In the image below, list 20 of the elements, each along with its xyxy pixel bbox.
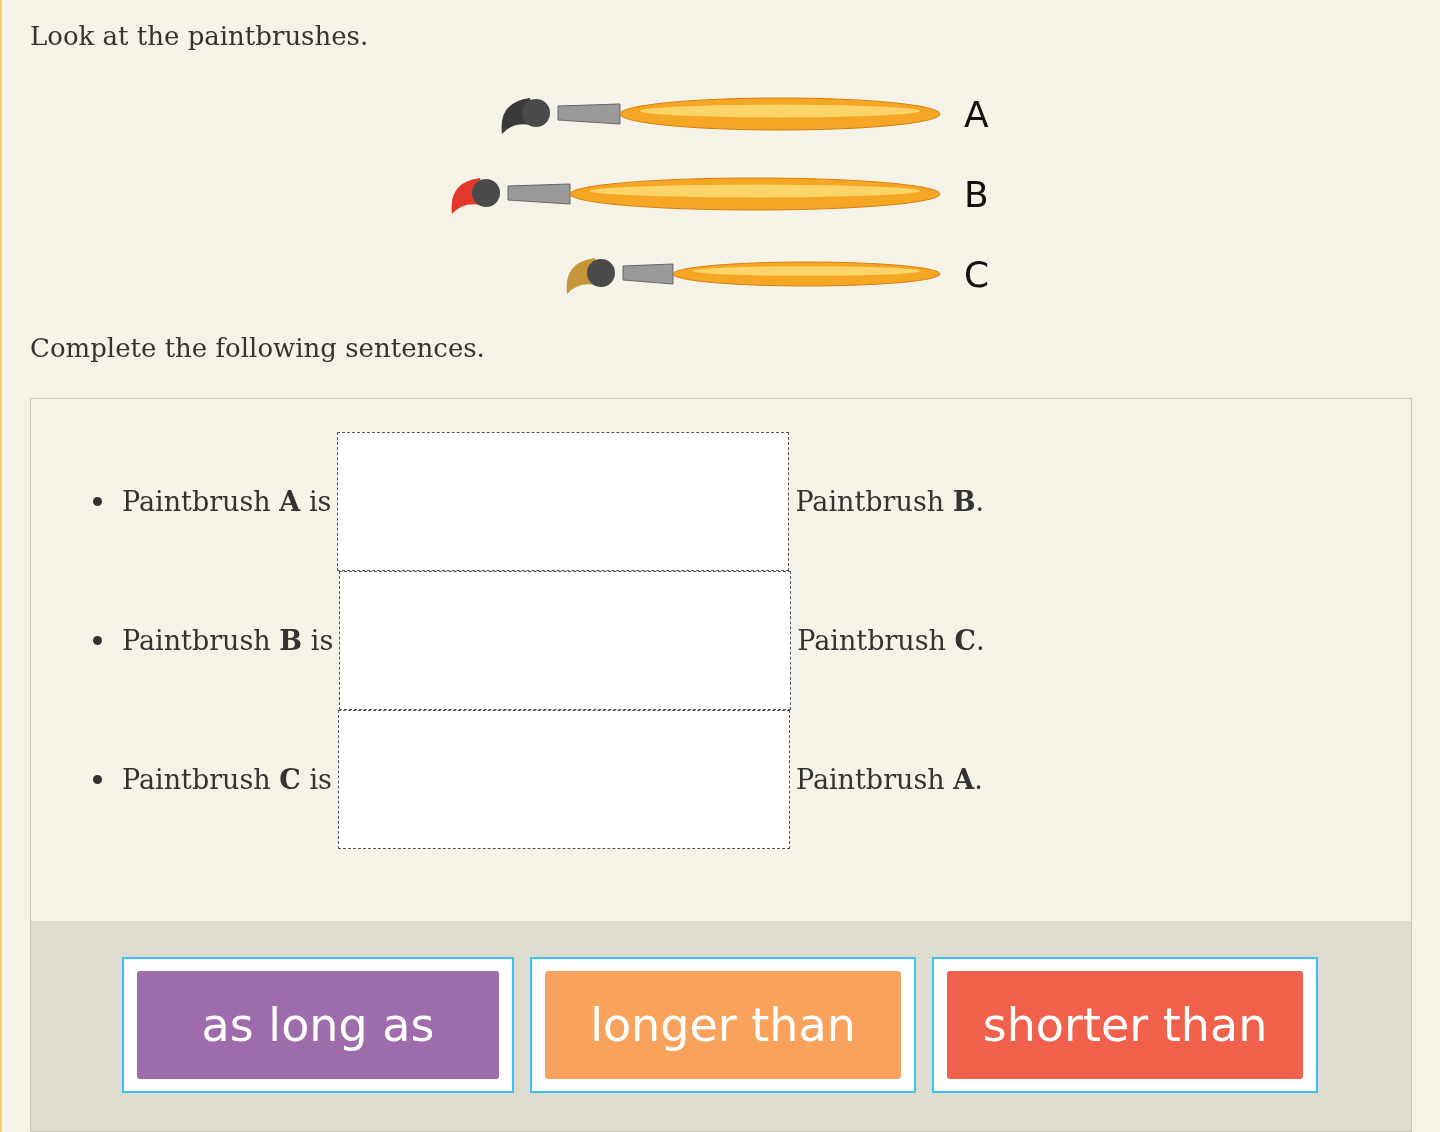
bullet-icon bbox=[93, 636, 102, 645]
drop-zone[interactable] bbox=[337, 432, 790, 571]
sentence-end: Paintbrush B. bbox=[795, 486, 985, 517]
choice-tile[interactable]: as long as bbox=[137, 971, 499, 1079]
drop-zone[interactable] bbox=[339, 571, 792, 710]
bullet-icon bbox=[93, 775, 102, 784]
choice-tile[interactable]: longer than bbox=[545, 971, 901, 1079]
brush-label: B bbox=[964, 173, 990, 215]
choice-tile[interactable]: shorter than bbox=[947, 971, 1303, 1079]
drop-zone[interactable] bbox=[337, 710, 790, 849]
bullet-icon bbox=[93, 497, 102, 506]
sentence-start: Paintbrush C is bbox=[122, 764, 332, 795]
brush-label: C bbox=[964, 253, 991, 295]
brush-label: A bbox=[964, 93, 990, 135]
sentence-start: Paintbrush A is bbox=[122, 486, 332, 517]
instruction-text: Look at the paintbrushes. bbox=[30, 20, 370, 53]
sentence-end: Paintbrush C. bbox=[797, 625, 985, 656]
prompt-text: Complete the following sentences. bbox=[30, 332, 486, 365]
sentence-start: Paintbrush B is bbox=[122, 625, 334, 656]
sentence-end: Paintbrush A. bbox=[795, 764, 983, 795]
